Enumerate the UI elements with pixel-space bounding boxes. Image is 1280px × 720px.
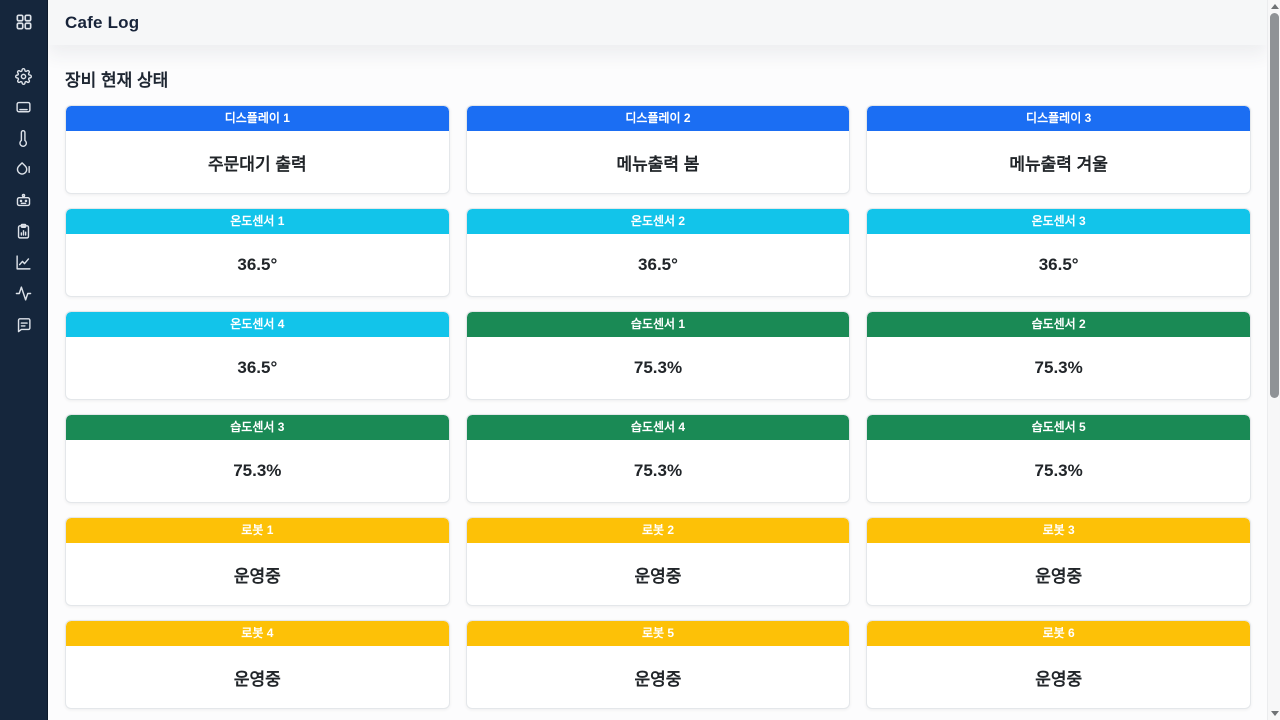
status-card-value: 운영중: [467, 543, 850, 605]
gear-icon: [15, 68, 32, 90]
status-card: 로봇 1운영중: [65, 517, 450, 606]
status-card-value: 75.3%: [467, 440, 850, 502]
status-card-title: 로봇 1: [66, 518, 449, 543]
status-card: 습도센서 275.3%: [866, 311, 1251, 400]
status-card-title: 온도센서 1: [66, 209, 449, 234]
monitor-icon: [15, 99, 32, 121]
status-card: 습도센서 175.3%: [466, 311, 851, 400]
status-card: 온도센서 236.5°: [466, 208, 851, 297]
status-card-value: 75.3%: [66, 440, 449, 502]
status-card-value: 36.5°: [66, 234, 449, 296]
status-card-grid: 디스플레이 1주문대기 출력디스플레이 2메뉴출력 봄디스플레이 3메뉴출력 겨…: [65, 105, 1251, 720]
topbar: Cafe Log: [48, 0, 1267, 45]
status-card-value: 36.5°: [467, 234, 850, 296]
status-card-value: 36.5°: [66, 337, 449, 399]
sidebar-item-logs[interactable]: [0, 311, 48, 342]
robot-icon: [15, 192, 32, 214]
status-card: 습도센서 375.3%: [65, 414, 450, 503]
line-chart-icon: [15, 254, 32, 276]
sidebar-item-displays[interactable]: [0, 94, 48, 125]
activity-icon: [15, 285, 32, 307]
sidebar-item-reports[interactable]: [0, 218, 48, 249]
document-icon: [15, 316, 32, 338]
main-content: 장비 현재 상태 디스플레이 1주문대기 출력디스플레이 2메뉴출력 봄디스플레…: [48, 45, 1267, 720]
scrollbar-thumb[interactable]: [1270, 13, 1279, 398]
status-card-value: 36.5°: [867, 234, 1250, 296]
status-card-title: 습도센서 5: [867, 415, 1250, 440]
app-title: Cafe Log: [65, 13, 139, 33]
status-card: 습도센서 475.3%: [466, 414, 851, 503]
status-card-title: 디스플레이 3: [867, 106, 1250, 131]
status-card-title: 온도센서 4: [66, 312, 449, 337]
status-card-title: 로봇 2: [467, 518, 850, 543]
status-card-value: 운영중: [66, 646, 449, 708]
sidebar-nav: [0, 63, 48, 342]
sidebar-item-humidity[interactable]: [0, 156, 48, 187]
status-card-title: 습도센서 2: [867, 312, 1250, 337]
status-card-title: 로봇 4: [66, 621, 449, 646]
status-card-value: 메뉴출력 봄: [467, 131, 850, 193]
droplet-icon: [15, 161, 32, 183]
status-card-value: 메뉴출력 겨울: [867, 131, 1250, 193]
app-logo[interactable]: [14, 9, 34, 39]
status-card-value: 75.3%: [467, 337, 850, 399]
status-card-title: 로봇 3: [867, 518, 1250, 543]
status-card: 디스플레이 3메뉴출력 겨울: [866, 105, 1251, 194]
status-card: 온도센서 136.5°: [65, 208, 450, 297]
status-card-title: 습도센서 1: [467, 312, 850, 337]
sidebar-item-temperature[interactable]: [0, 125, 48, 156]
status-card-title: 습도센서 4: [467, 415, 850, 440]
status-card-value: 주문대기 출력: [66, 131, 449, 193]
status-card: 로봇 3운영중: [866, 517, 1251, 606]
status-card: 디스플레이 2메뉴출력 봄: [466, 105, 851, 194]
status-card: 온도센서 436.5°: [65, 311, 450, 400]
status-card-title: 온도센서 2: [467, 209, 850, 234]
grid-icon: [14, 12, 34, 37]
status-card: 로봇 5운영중: [466, 620, 851, 709]
sidebar-item-robots[interactable]: [0, 187, 48, 218]
status-card-title: 디스플레이 1: [66, 106, 449, 131]
status-card-title: 로봇 5: [467, 621, 850, 646]
section-title: 장비 현재 상태: [65, 66, 1251, 91]
status-card: 로봇 6운영중: [866, 620, 1251, 709]
status-card: 습도센서 575.3%: [866, 414, 1251, 503]
scroll-up-arrow-icon[interactable]: [1268, 0, 1280, 13]
sidebar-item-activity[interactable]: [0, 280, 48, 311]
sidebar-item-chart[interactable]: [0, 249, 48, 280]
status-card-value: 운영중: [867, 543, 1250, 605]
status-card: 로봇 4운영중: [65, 620, 450, 709]
status-card: 디스플레이 1주문대기 출력: [65, 105, 450, 194]
status-card-title: 디스플레이 2: [467, 106, 850, 131]
status-card-title: 습도센서 3: [66, 415, 449, 440]
status-card: 온도센서 336.5°: [866, 208, 1251, 297]
thermometer-icon: [15, 130, 32, 152]
status-card-value: 75.3%: [867, 337, 1250, 399]
status-card-title: 로봇 6: [867, 621, 1250, 646]
clipboard-chart-icon: [15, 223, 32, 245]
vertical-scrollbar[interactable]: [1267, 0, 1280, 720]
status-card-value: 운영중: [867, 646, 1250, 708]
status-card: 로봇 2운영중: [466, 517, 851, 606]
status-card-value: 운영중: [66, 543, 449, 605]
sidebar: [0, 0, 48, 720]
scroll-down-arrow-icon[interactable]: [1268, 707, 1280, 720]
status-card-title: 온도센서 3: [867, 209, 1250, 234]
status-card-value: 75.3%: [867, 440, 1250, 502]
status-card-value: 운영중: [467, 646, 850, 708]
sidebar-item-settings[interactable]: [0, 63, 48, 94]
